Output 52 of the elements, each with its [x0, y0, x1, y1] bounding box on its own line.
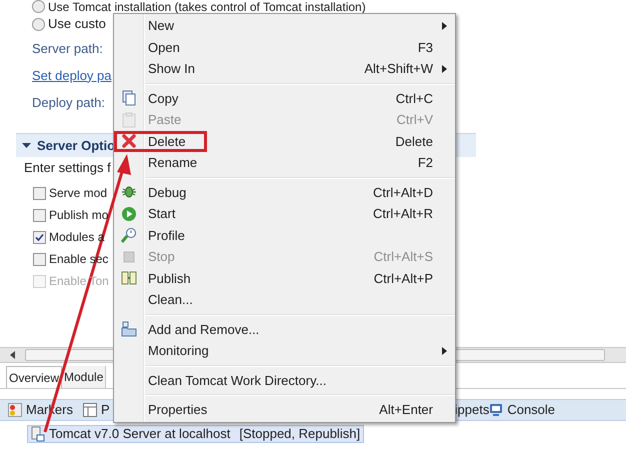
scroll-left-icon[interactable]	[10, 351, 15, 359]
menu-item[interactable]: Show In Alt+Shift+W	[114, 58, 455, 80]
menu-item[interactable]: Clean...	[114, 289, 455, 310]
menu-item[interactable]: Rename F2	[114, 152, 455, 174]
view-tab[interactable]: ippets	[454, 400, 490, 420]
view-tab[interactable]: Console	[489, 400, 556, 420]
field-label: Server path:	[32, 40, 103, 58]
radio-button[interactable]	[32, 18, 45, 30]
checkbox[interactable]	[33, 186, 46, 200]
view-tab[interactable]: P	[82, 400, 110, 420]
server-item[interactable]: Tomcat v7.0 Server at localhost [Stopped, Republish]	[27, 425, 364, 443]
radio-button[interactable]	[32, 0, 45, 13]
submenu-arrow-icon	[442, 64, 446, 73]
markers-icon	[8, 403, 22, 417]
section-description: Enter settings f	[24, 159, 111, 178]
folder-icon	[121, 321, 137, 338]
console-icon	[489, 403, 504, 417]
field-label: Deploy path:	[32, 94, 105, 112]
checkbox-label: Publish mo	[49, 207, 108, 224]
bug-icon	[121, 184, 137, 200]
editor-tab[interactable]: Overview	[6, 366, 62, 388]
publish-icon	[121, 270, 137, 286]
server-icon	[31, 426, 45, 442]
stop-icon	[123, 250, 135, 263]
editor-tab[interactable]: Module	[62, 366, 106, 388]
checkbox-label: Serve mod	[49, 185, 108, 202]
menu-item[interactable]: Add and Remove...	[114, 318, 455, 340]
checkbox[interactable]	[33, 230, 46, 244]
menu-item[interactable]: Publish Ctrl+Alt+P	[114, 268, 455, 289]
menu-item[interactable]: Debug Ctrl+Alt+D	[114, 182, 455, 203]
menu-item[interactable]: Properties Alt+Enter	[114, 399, 455, 420]
menu-item[interactable]: Open F3	[114, 36, 455, 58]
play-icon	[121, 206, 137, 222]
checkbox[interactable]	[33, 252, 46, 266]
submenu-arrow-icon	[442, 22, 446, 30]
checkbox[interactable]	[33, 208, 46, 222]
delete-icon	[122, 134, 136, 148]
copy-icon	[122, 90, 136, 106]
menu-item[interactable]: Delete Delete	[114, 130, 455, 152]
menu-item[interactable]: Copy Ctrl+C	[114, 88, 455, 109]
clipboard-icon	[122, 112, 136, 128]
menu-item[interactable]: Monitoring	[114, 340, 455, 362]
stopwatch-icon	[121, 227, 137, 244]
submenu-arrow-icon	[442, 346, 446, 355]
radio-label: Use custo	[48, 15, 106, 34]
radio-label: Use Tomcat installation (takes control of Tomcat installation)	[48, 0, 366, 16]
deploy-path-link[interactable]: Set deploy pa	[32, 66, 112, 86]
menu-item[interactable]: Profile	[114, 224, 455, 246]
table-icon	[82, 403, 97, 417]
menu-item[interactable]: Clean Tomcat Work Directory...	[114, 370, 455, 391]
menu-item[interactable]: New	[114, 15, 455, 36]
menu-item[interactable]: Start Ctrl+Alt+R	[114, 203, 455, 224]
